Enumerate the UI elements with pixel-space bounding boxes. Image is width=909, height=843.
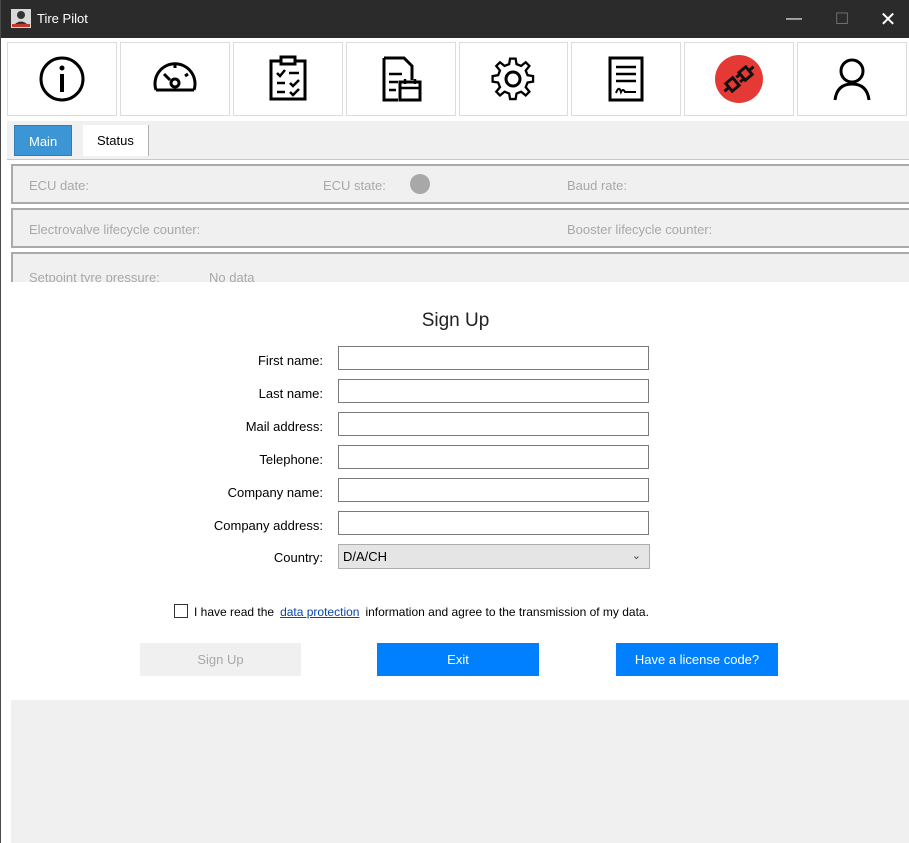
signed-document-icon <box>608 56 644 102</box>
baud-rate-label: Baud rate: <box>567 178 627 193</box>
telephone-label: Telephone: <box>259 452 323 467</box>
info-row-counters: Electrovalve lifecycle counter: Booster … <box>11 208 909 248</box>
electrovalve-counter-label: Electrovalve lifecycle counter: <box>29 222 201 237</box>
toolbar-signed-document-button[interactable] <box>571 42 682 116</box>
setpoint-pressure-label: Setpoint tyre pressure: <box>29 270 160 282</box>
toolbar-document-calendar-button[interactable] <box>345 42 456 116</box>
tab-bar: Main Status <box>7 121 909 160</box>
country-selected-value: D/A/CH <box>343 549 388 564</box>
checklist-icon <box>269 55 307 101</box>
ecu-state-label: ECU state: <box>323 178 386 193</box>
toolbar-connection-button[interactable] <box>684 42 795 116</box>
minimize-icon: — <box>786 10 802 27</box>
app-logo-icon <box>11 9 31 28</box>
last-name-label: Last name: <box>258 386 323 401</box>
app-window: Tire Pilot — ☐ ✕ Main Status ECU date: E… <box>0 0 909 843</box>
consent-text-prefix: I have read the <box>194 605 275 619</box>
consent-checkbox[interactable] <box>174 604 188 618</box>
company-name-label: Company name: <box>227 485 323 500</box>
bottom-panel <box>11 700 909 843</box>
toolbar-speedometer-button[interactable] <box>119 42 230 116</box>
toolbar-settings-button[interactable] <box>458 42 569 116</box>
license-code-button[interactable]: Have a license code? <box>616 643 778 676</box>
data-protection-link[interactable]: data protection <box>280 605 359 619</box>
toolbar-info-button[interactable] <box>7 42 117 116</box>
ecu-date-label: ECU date: <box>29 178 89 193</box>
close-button[interactable]: ✕ <box>865 0 909 38</box>
first-name-field[interactable] <box>338 346 649 370</box>
minimize-button[interactable]: — <box>771 0 817 38</box>
company-name-field[interactable] <box>338 478 649 502</box>
document-calendar-icon <box>382 56 422 102</box>
signup-button[interactable]: Sign Up <box>140 643 301 676</box>
window-title: Tire Pilot <box>37 11 88 26</box>
maximize-button[interactable]: ☐ <box>819 0 865 38</box>
signup-title: Sign Up <box>421 310 490 331</box>
chevron-down-icon: ⌄ <box>631 550 641 562</box>
exit-button[interactable]: Exit <box>377 643 539 676</box>
info-row-ecu: ECU date: ECU state: Baud rate: <box>11 164 909 204</box>
settings-gear-icon <box>491 57 535 101</box>
tab-main[interactable]: Main <box>14 125 73 156</box>
country-label: Country: <box>273 550 323 565</box>
tab-status[interactable]: Status <box>83 125 149 156</box>
mail-address-label: Mail address: <box>245 419 323 434</box>
company-address-label: Company address: <box>213 518 323 533</box>
booster-counter-label: Booster lifecycle counter: <box>567 222 713 237</box>
close-icon: ✕ <box>879 8 897 31</box>
setpoint-pressure-value: No data <box>209 270 255 282</box>
first-name-label: First name: <box>257 353 323 368</box>
consent-text-suffix: information and agree to the transmissio… <box>365 605 649 619</box>
mail-address-field[interactable] <box>338 412 649 436</box>
title-bar: Tire Pilot — ☐ ✕ <box>1 0 909 38</box>
maximize-icon: ☐ <box>834 11 850 28</box>
telephone-field[interactable] <box>338 445 649 469</box>
disconnected-plug-icon <box>715 55 764 103</box>
country-select[interactable]: D/A/CH ⌄ <box>338 544 650 569</box>
user-icon <box>833 58 871 101</box>
last-name-field[interactable] <box>338 379 649 403</box>
info-row-setpoint: Setpoint tyre pressure: No data <box>11 252 909 282</box>
company-address-field[interactable] <box>338 511 649 535</box>
speedometer-icon <box>153 62 197 92</box>
main-toolbar <box>7 42 909 116</box>
consent-row: I have read the data protection informatio… <box>174 604 649 619</box>
toolbar-checklist-button[interactable] <box>232 42 343 116</box>
toolbar-user-button[interactable] <box>797 42 907 116</box>
info-icon <box>39 56 85 102</box>
ecu-state-indicator <box>410 174 430 194</box>
